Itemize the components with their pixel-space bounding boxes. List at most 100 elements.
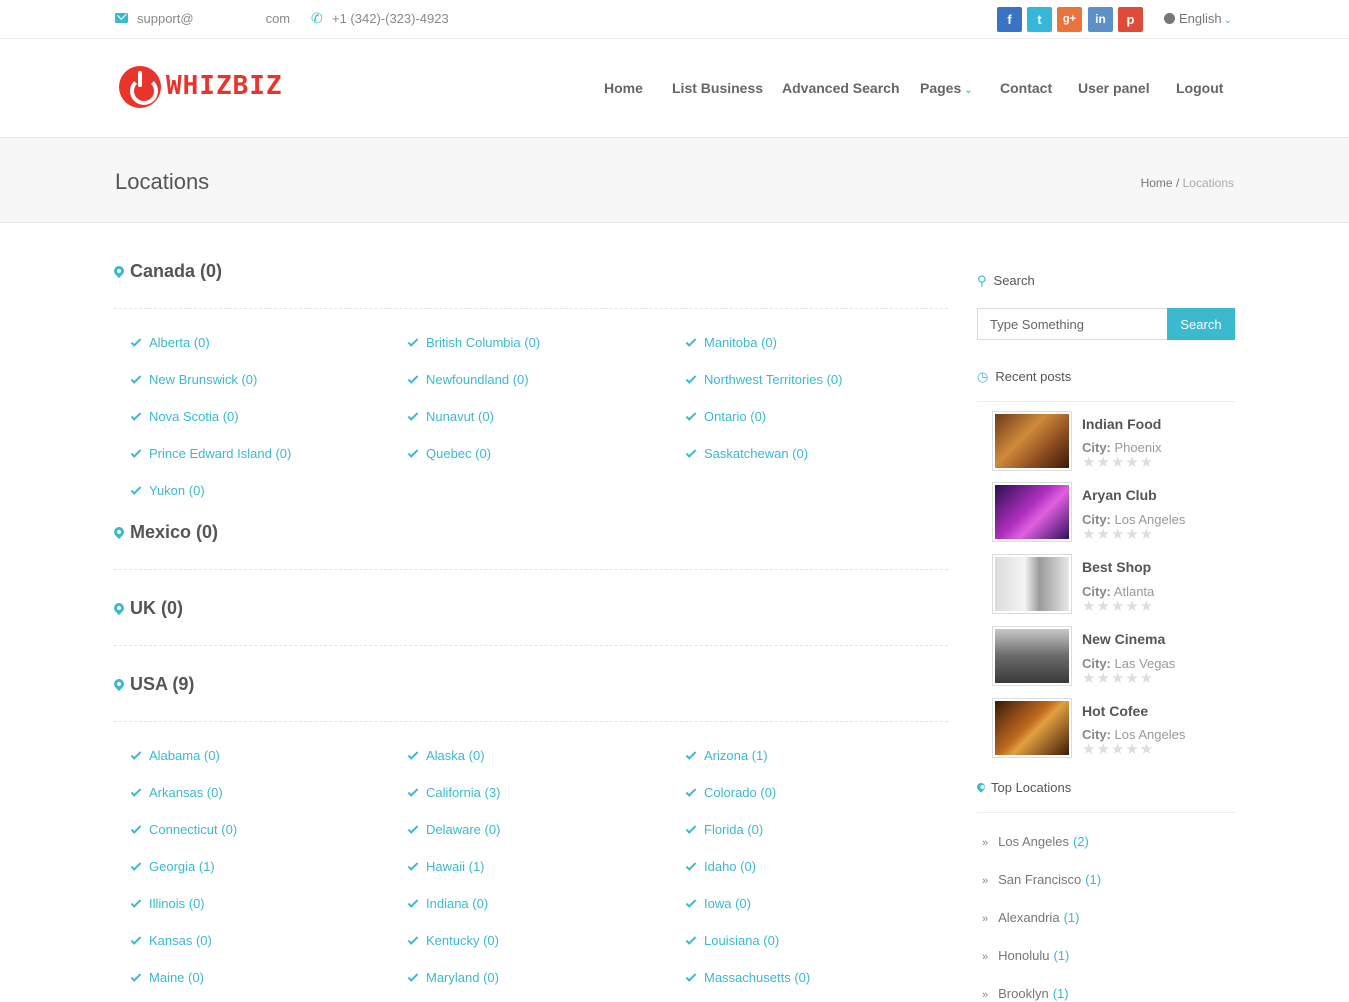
country-mexico[interactable]: Mexico (0): [111, 522, 218, 543]
region-item[interactable]: Alaska (0): [407, 748, 485, 763]
region-item[interactable]: British Columbia (0): [407, 335, 540, 350]
region-item[interactable]: Kansas (0): [130, 933, 212, 948]
post-title[interactable]: Best Shop: [1082, 559, 1151, 575]
chevron-down-icon: ⌄: [964, 85, 973, 96]
rating-stars: ★★★★★: [1082, 526, 1155, 543]
region-item[interactable]: California (3): [407, 785, 500, 800]
top-location-item[interactable]: » Brooklyn (1): [982, 986, 1069, 1001]
region-item[interactable]: Prince Edward Island (0): [130, 446, 291, 461]
rating-stars: ★★★★★: [1082, 454, 1155, 471]
breadcrumb-current: Locations: [1182, 176, 1234, 190]
facebook-icon[interactable]: f: [997, 7, 1022, 32]
post-thumbnail[interactable]: [992, 554, 1072, 614]
divider: [114, 645, 948, 646]
region-item[interactable]: Quebec (0): [407, 446, 491, 461]
search-icon: ⚲: [977, 273, 987, 288]
region-item[interactable]: Louisiana (0): [685, 933, 779, 948]
check-icon: [407, 336, 419, 347]
region-item[interactable]: Maine (0): [130, 970, 204, 985]
globe-icon: [1164, 13, 1175, 24]
region-item[interactable]: Nunavut (0): [407, 409, 494, 424]
divider: [977, 401, 1235, 402]
post-title[interactable]: Indian Food: [1082, 416, 1161, 432]
check-icon: [685, 410, 697, 421]
region-item[interactable]: Yukon (0): [130, 483, 205, 498]
region-item[interactable]: Arkansas (0): [130, 785, 223, 800]
check-icon: [130, 749, 142, 760]
region-item[interactable]: Hawaii (1): [407, 859, 485, 874]
cafe-image: [995, 701, 1069, 755]
country-canada[interactable]: Canada (0): [111, 261, 222, 282]
linkedin-icon[interactable]: in: [1088, 7, 1113, 32]
region-item[interactable]: Idaho (0): [685, 859, 756, 874]
region-item[interactable]: Georgia (1): [130, 859, 215, 874]
region-item[interactable]: Kentucky (0): [407, 933, 499, 948]
search-button[interactable]: Search: [1167, 308, 1235, 340]
post-thumbnail[interactable]: [992, 482, 1072, 542]
region-item[interactable]: New Brunswick (0): [130, 372, 257, 387]
check-icon: [685, 749, 697, 760]
check-icon: [685, 373, 697, 384]
google-plus-icon[interactable]: g+: [1057, 7, 1082, 32]
site-header: WHIZBIZ Home List Business Advanced Sear…: [0, 39, 1349, 138]
region-item[interactable]: Ontario (0): [685, 409, 766, 424]
region-item[interactable]: Indiana (0): [407, 896, 488, 911]
support-email[interactable]: support@ com: [137, 11, 290, 26]
double-chevron-right-icon: »: [982, 913, 989, 925]
region-item[interactable]: Illinois (0): [130, 896, 205, 911]
nav-home[interactable]: Home: [604, 80, 643, 96]
post-title[interactable]: Aryan Club: [1082, 487, 1157, 503]
nav-pages[interactable]: Pages ⌄: [920, 80, 973, 96]
language-selector[interactable]: English ⌄: [1164, 11, 1232, 26]
post-thumbnail[interactable]: [992, 411, 1072, 471]
check-icon: [685, 860, 697, 871]
shop-image: [995, 557, 1069, 611]
post-title[interactable]: Hot Cofee: [1082, 703, 1148, 719]
search-input[interactable]: [977, 308, 1168, 340]
top-location-item[interactable]: » Los Angeles (2): [982, 834, 1089, 849]
region-item[interactable]: Nova Scotia (0): [130, 409, 239, 424]
country-uk[interactable]: UK (0): [111, 598, 183, 619]
region-item[interactable]: Northwest Territories (0): [685, 372, 842, 387]
top-location-item[interactable]: » Alexandria (1): [982, 910, 1079, 925]
double-chevron-right-icon: »: [982, 989, 989, 1001]
region-item[interactable]: Newfoundland (0): [407, 372, 529, 387]
nav-logout[interactable]: Logout: [1176, 80, 1223, 96]
nav-list-business[interactable]: List Business: [672, 80, 763, 96]
page-title: Locations: [115, 169, 210, 194]
nav-advanced-search[interactable]: Advanced Search: [782, 80, 900, 96]
region-item[interactable]: Saskatchewan (0): [685, 446, 808, 461]
region-item[interactable]: Colorado (0): [685, 785, 776, 800]
breadcrumb-home[interactable]: Home: [1141, 176, 1173, 190]
region-item[interactable]: Alabama (0): [130, 748, 220, 763]
check-icon: [407, 971, 419, 982]
cinema-image: [995, 629, 1069, 683]
region-item[interactable]: Maryland (0): [407, 970, 499, 985]
region-item[interactable]: Connecticut (0): [130, 822, 237, 837]
region-item[interactable]: Iowa (0): [685, 896, 751, 911]
post-thumbnail[interactable]: [992, 698, 1072, 758]
double-chevron-right-icon: »: [982, 951, 989, 963]
divider: [114, 569, 948, 570]
check-icon: [407, 897, 419, 908]
region-item[interactable]: Delaware (0): [407, 822, 500, 837]
post-title[interactable]: New Cinema: [1082, 631, 1165, 647]
pinterest-icon[interactable]: p: [1118, 7, 1143, 32]
check-icon: [130, 823, 142, 834]
top-locations-heading: Top Locations: [975, 780, 1071, 795]
top-location-item[interactable]: » San Francisco (1): [982, 872, 1101, 887]
check-icon: [130, 786, 142, 797]
twitter-icon[interactable]: t: [1027, 7, 1052, 32]
region-item[interactable]: Massachusetts (0): [685, 970, 810, 985]
page-title-bar: Locations Home / Locations: [0, 138, 1349, 223]
region-item[interactable]: Alberta (0): [130, 335, 210, 350]
nav-contact[interactable]: Contact: [1000, 80, 1052, 96]
post-thumbnail[interactable]: [992, 626, 1072, 686]
country-usa[interactable]: USA (9): [111, 674, 194, 695]
top-location-item[interactable]: » Honolulu (1): [982, 948, 1069, 963]
check-icon: [407, 749, 419, 760]
region-item[interactable]: Arizona (1): [685, 748, 768, 763]
region-item[interactable]: Florida (0): [685, 822, 763, 837]
nav-user-panel[interactable]: User panel: [1078, 80, 1150, 96]
region-item[interactable]: Manitoba (0): [685, 335, 777, 350]
